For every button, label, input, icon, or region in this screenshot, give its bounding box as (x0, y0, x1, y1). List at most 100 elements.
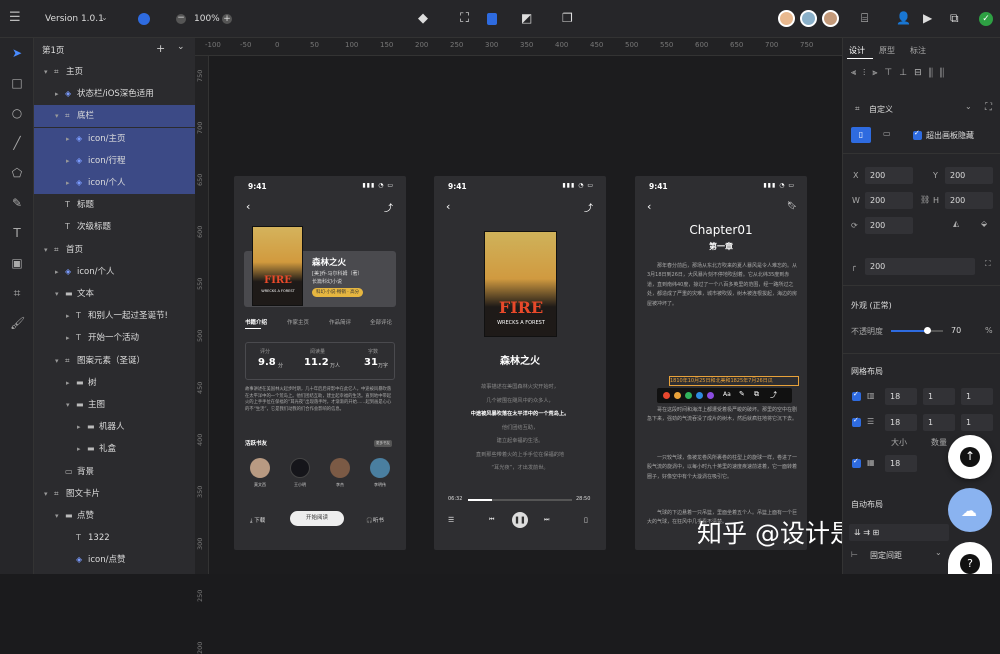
image-icon[interactable]: ▣ (10, 256, 24, 270)
spacing-select[interactable]: 固定间距 (865, 547, 943, 564)
reader-icon[interactable]: ▯ (584, 516, 588, 524)
opacity-slider[interactable] (891, 327, 943, 334)
avatar[interactable] (250, 458, 270, 478)
grid-checkbox[interactable] (852, 457, 861, 468)
reading-screen[interactable]: 9:41 ▮▮▮ ◔ ▭ ‹ 🔖︎ Chapter01 第一章 那年春分前后，那… (635, 176, 807, 550)
grid-gutter-input[interactable]: 1 (961, 414, 993, 431)
start-reading-button[interactable]: 开始阅读 (290, 511, 344, 526)
tab-comments[interactable]: 全部评论 (370, 318, 392, 326)
caret-down-icon[interactable]: ▾ (44, 61, 48, 83)
next-icon[interactable]: ⏭ (544, 516, 549, 524)
grid-size-input[interactable]: 18 (885, 455, 917, 472)
frame-preset[interactable]: 自定义 (869, 104, 893, 115)
caret-right-icon[interactable]: ▸ (66, 172, 70, 194)
version-selector[interactable]: Version 1.0.1 (45, 14, 104, 24)
opacity-knob[interactable] (924, 327, 932, 334)
user-icon[interactable]: 👤 (896, 11, 911, 25)
layer-row[interactable]: ▾ ⌗ 底栏 (34, 105, 195, 128)
grid-size-input[interactable]: 18 (885, 388, 917, 405)
rotation-input[interactable]: 200 (865, 217, 913, 234)
zoom-in-icon[interactable]: + (222, 14, 232, 24)
flip-vertical-icon[interactable]: ⬙ (981, 219, 987, 228)
clip-checkbox[interactable] (913, 129, 922, 140)
grid-checkbox[interactable] (852, 416, 861, 427)
grid-size-input[interactable]: 18 (885, 414, 917, 431)
tab-review[interactable]: 作品简评 (329, 318, 351, 326)
caret-right-icon[interactable]: ▸ (55, 261, 59, 283)
color-red-icon[interactable] (663, 392, 670, 399)
color-green-icon[interactable] (685, 392, 692, 399)
layer-row[interactable]: ▾ ▬ 主图 (34, 394, 195, 416)
layer-row[interactable]: ◈ icon/点赞 (34, 549, 195, 571)
appearance-title[interactable]: 外观 (正常) (851, 300, 892, 311)
y-input[interactable]: 200 (945, 167, 993, 184)
layer-row[interactable]: ▾ ⌗ 图案元素（圣诞） (34, 350, 195, 372)
layer-row[interactable]: T 次级标题 (34, 216, 195, 238)
color-swatch-icon[interactable] (138, 13, 150, 25)
mask-icon[interactable] (487, 13, 497, 25)
color-orange-icon[interactable] (674, 392, 681, 399)
pause-button[interactable]: ❚❚ (512, 512, 528, 528)
radius-input[interactable]: 200 (865, 258, 975, 275)
text-icon[interactable]: T (10, 226, 24, 240)
back-icon[interactable]: ‹ (446, 200, 450, 213)
chevron-down-icon[interactable]: ⌄ (935, 548, 942, 557)
layer-row[interactable]: ▸ ◈ icon/个人 (34, 172, 195, 194)
layers-group-icon[interactable]: ❐ (562, 11, 573, 25)
caret-down-icon[interactable]: ▾ (44, 483, 48, 505)
caret-down-icon[interactable]: ▾ (55, 283, 59, 305)
caret-right-icon[interactable]: ▸ (66, 305, 70, 327)
zoom-out-icon[interactable]: − (176, 14, 186, 24)
pen-icon[interactable]: ✎ (10, 196, 24, 210)
listen-button[interactable]: 🎧听书 (366, 516, 384, 524)
caret-right-icon[interactable]: ▸ (66, 327, 70, 349)
caret-right-icon[interactable]: ▸ (66, 372, 70, 394)
layer-row[interactable]: ▾ ▬ 点赞 (34, 505, 195, 527)
page-name[interactable]: 第1页 (42, 44, 64, 56)
avatar[interactable] (800, 10, 817, 27)
tab-prototype[interactable]: 原型 (879, 45, 895, 56)
frame-icon[interactable]: ⛶ (460, 11, 469, 26)
share-icon[interactable]: ⤴ (384, 201, 393, 214)
grid-count-input[interactable]: 1 (923, 414, 955, 431)
chevron-down-icon[interactable]: ⌄ (177, 42, 185, 52)
tab-author[interactable]: 作家主页 (287, 318, 309, 326)
x-input[interactable]: 200 (865, 167, 913, 184)
play-icon[interactable]: ▶ (923, 11, 932, 25)
text-selection[interactable]: 1810年10月25日和北美和1825年7月26日瓜 (669, 376, 799, 386)
layer-row[interactable]: ▾ ⌗ 主页 (34, 61, 195, 83)
briefcase-icon[interactable]: ⌸ (861, 11, 868, 26)
chevron-down-icon[interactable]: ⌄ (101, 13, 108, 22)
layer-row[interactable]: ▾ ▬ 文本 (34, 283, 195, 305)
boolean-icon[interactable]: ◩ (521, 11, 532, 25)
avatar[interactable] (822, 10, 839, 27)
canvas[interactable]: 9:41 ▮▮▮ ◔ ▭ ‹ ⤴ FIRE WRECKS A FOREST 森林… (209, 56, 930, 574)
add-page-icon[interactable]: + (156, 42, 165, 55)
layer-row[interactable]: ▾ ⌗ 首页 (34, 239, 195, 261)
export-icon[interactable]: ⧉ (950, 11, 959, 26)
layer-row[interactable]: ▸ T 开始一个活动 (34, 327, 195, 349)
share-icon[interactable]: ⤴ (584, 201, 593, 214)
avatar[interactable] (290, 458, 310, 478)
back-icon[interactable]: ‹ (246, 200, 250, 213)
caret-down-icon[interactable]: ▾ (44, 239, 48, 261)
height-input[interactable]: 200 (945, 192, 993, 209)
caret-down-icon[interactable]: ▾ (55, 105, 59, 127)
previous-icon[interactable]: ⏮ (489, 516, 494, 524)
layer-row[interactable]: ▸ ◈ 状态栏/iOS深色适用 (34, 83, 195, 105)
avatar[interactable] (370, 458, 390, 478)
audio-player-screen[interactable]: 9:41 ▮▮▮ ◔ ▭ ‹ ⤴ FIRE WRECKS A FOREST 森林… (434, 176, 606, 550)
layer-row[interactable]: ▸ ▬ 树 (34, 372, 195, 394)
layer-row[interactable]: ▸ ▬ 机器人 (34, 416, 195, 438)
color-blue-icon[interactable] (696, 392, 703, 399)
cursor-icon[interactable]: ➤ (10, 46, 24, 60)
resize-icon[interactable]: ⛶ (985, 102, 992, 113)
caret-down-icon[interactable]: ▾ (55, 505, 59, 527)
width-input[interactable]: 200 (865, 192, 913, 209)
scroll-top-button[interactable]: ↑ (948, 435, 992, 479)
cloud-upload-button[interactable]: ☁ (948, 488, 992, 532)
landscape-icon[interactable]: ▭ (883, 129, 891, 138)
ellipse-icon[interactable]: ○ (10, 106, 24, 120)
avatar[interactable] (330, 458, 350, 478)
layer-row[interactable]: ▸ T 和别人一起过圣诞节! (34, 305, 195, 327)
